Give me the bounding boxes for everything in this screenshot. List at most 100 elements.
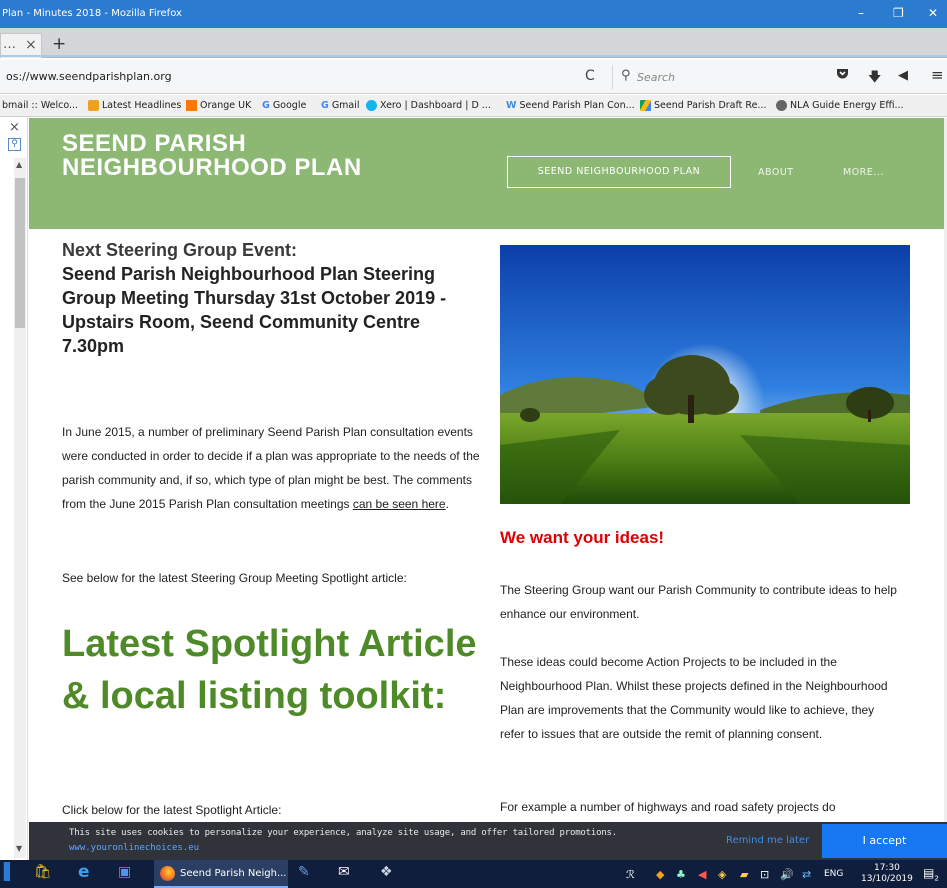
firefox-icon (160, 866, 175, 881)
tray-icon[interactable]: ▰ (740, 868, 748, 881)
click-below-text: Click below for the latest Spotlight Art… (62, 803, 282, 817)
bookmark-item[interactable]: Latest Headlines (88, 100, 181, 111)
intro-paragraph: In June 2015, a number of preliminary Se… (62, 420, 482, 516)
window-title: Plan - Minutes 2018 - Mozilla Firefox (2, 8, 182, 19)
send-tab-icon[interactable]: ◀ (898, 68, 908, 83)
event-heading: Next Steering Group Event: Seend Parish … (62, 238, 482, 358)
clock[interactable]: 17:30 13/10/2019 (861, 863, 913, 885)
paint-icon[interactable]: ❖ (380, 864, 393, 880)
bookmark-item[interactable]: Orange UK (186, 100, 251, 111)
url-bar[interactable]: os://www.seendparishplan.org (6, 70, 172, 83)
store-icon[interactable]: 🛍 (34, 864, 52, 880)
gmail-icon: G (321, 100, 329, 111)
minimize-button[interactable]: – (858, 6, 864, 20)
bookmark-label: bmail :: Welco... (2, 100, 79, 111)
pocket-icon[interactable] (836, 68, 849, 84)
site-title[interactable]: SEEND PARISH NEIGHBOURHOOD PLAN (62, 132, 362, 180)
app-icon[interactable]: ✎ (298, 864, 310, 880)
bookmark-label: Seend Parish Plan Con... (519, 100, 635, 111)
scroll-up-icon[interactable]: ▲ (16, 160, 22, 169)
clock-date: 13/10/2019 (861, 874, 913, 884)
bookmark-label: Latest Headlines (102, 100, 182, 111)
restore-button[interactable]: ❐ (893, 6, 904, 20)
event-heading-line1: Next Steering Group Event: (62, 240, 298, 260)
start-button[interactable]: ▌ (4, 862, 16, 881)
window-title-bar: Plan - Minutes 2018 - Mozilla Firefox – … (0, 0, 947, 28)
tray-icon[interactable]: ◆ (656, 868, 664, 881)
spotlight-heading: Latest Spotlight Article & local listing… (62, 623, 477, 717)
tray-icon[interactable]: ◀ (698, 868, 706, 881)
notification-count: 2 (934, 874, 939, 883)
cookie-banner: This site uses cookies to personalize yo… (29, 822, 947, 860)
download-icon[interactable]: 🡇 (868, 68, 881, 90)
sidebar-close-icon[interactable]: × (9, 120, 20, 135)
tray-icon[interactable]: ♣ (676, 868, 686, 881)
find-sidebar: × ⚲ ▲ ▼ (0, 118, 28, 860)
bookmark-label: Orange UK (200, 100, 252, 111)
globe-icon (776, 100, 787, 111)
site-header: SEEND PARISH NEIGHBOURHOOD PLAN SEEND NE… (29, 118, 944, 229)
edge-icon[interactable]: e (78, 862, 90, 882)
bookmark-item[interactable]: Xero | Dashboard | D ... (366, 100, 491, 111)
bookmark-item[interactable]: bmail :: Welco... (2, 100, 78, 111)
network-icon[interactable]: ⊡ (760, 868, 769, 881)
accept-cookies-button[interactable]: I accept (822, 824, 947, 858)
remind-me-later-button[interactable]: Remind me later (726, 835, 809, 846)
search-placeholder: Search (637, 71, 676, 84)
tab-strip: … × + (0, 28, 947, 58)
orange-icon (186, 100, 197, 111)
nav-neighbourhood-plan-button[interactable]: SEEND NEIGHBOURHOOD PLAN (507, 156, 731, 188)
clock-time: 17:30 (873, 863, 900, 873)
find-icon[interactable]: ⚲ (8, 138, 21, 151)
reload-icon[interactable]: C (585, 68, 595, 84)
tab-strip-accent (0, 55, 947, 57)
ideas-paragraph-3: For example a number of highways and roa… (500, 800, 836, 814)
scrollbar-thumb[interactable] (15, 178, 25, 328)
sidebar-scrollbar[interactable]: ▲ ▼ (14, 158, 26, 858)
bookmark-label: Xero | Dashboard | D ... (380, 100, 491, 111)
media-player-icon[interactable]: ▣ (118, 864, 131, 880)
web-page: SEEND PARISH NEIGHBOURHOOD PLAN SEEND NE… (29, 118, 947, 860)
tray-icon[interactable]: ◈ (718, 868, 726, 881)
cookie-info-link[interactable]: www.youronlinechoices.eu (69, 843, 199, 853)
volume-icon[interactable]: 🔊 (780, 868, 794, 881)
bookmark-label: NLA Guide Energy Effi... (790, 100, 904, 111)
nav-more-link[interactable]: MORE... (843, 167, 884, 178)
people-icon[interactable]: ℛ (626, 868, 635, 881)
tab-close-icon[interactable]: × (25, 37, 37, 53)
cookie-text: This site uses cookies to personalize yo… (69, 828, 617, 838)
bookmark-label: Google (272, 100, 307, 111)
new-tab-button[interactable]: + (52, 34, 66, 54)
site-icon: W (506, 100, 517, 111)
bookmark-item[interactable]: W Seend Parish Plan Con... (506, 100, 635, 111)
ideas-paragraph-2: These ideas could become Action Projects… (500, 655, 888, 741)
mail-icon[interactable]: ✉ (338, 864, 350, 880)
ideas-paragraph-1: The Steering Group want our Parish Commu… (500, 583, 897, 621)
menu-icon[interactable]: ≡ (931, 66, 944, 84)
language-indicator[interactable]: ENG (824, 869, 843, 879)
xero-icon (366, 100, 377, 111)
search-input[interactable]: ⚲ Search (612, 65, 812, 89)
drive-icon (640, 100, 651, 111)
nav-about-link[interactable]: ABOUT (758, 167, 794, 178)
event-heading-details: Seend Parish Neighbourhood Plan Steering… (62, 264, 447, 356)
bookmarks-bar: bmail :: Welco... Latest Headlines Orang… (0, 95, 947, 117)
taskbar-firefox-label: Seend Parish Neigh... (180, 868, 287, 879)
tab-label: … (3, 37, 16, 52)
bookmark-label: Seend Parish Draft Re... (654, 100, 767, 111)
bookmark-item[interactable]: G Google (262, 100, 306, 111)
bookmark-item[interactable]: NLA Guide Energy Effi... (776, 100, 904, 111)
bookmark-label: Gmail (331, 100, 360, 111)
bookmark-item[interactable]: G Gmail (321, 100, 360, 111)
close-window-button[interactable]: ✕ (928, 6, 938, 20)
scroll-down-icon[interactable]: ▼ (16, 844, 22, 853)
countryside-tree-photo (500, 245, 910, 504)
consultation-link[interactable]: can be seen here (353, 497, 446, 511)
bookmark-item[interactable]: Seend Parish Draft Re... (640, 100, 767, 111)
notification-icon[interactable]: ▤2 (923, 866, 939, 882)
see-below-text: See below for the latest Steering Group … (62, 571, 407, 585)
taskbar-firefox-button[interactable]: Seend Parish Neigh... (154, 860, 288, 888)
tray-icon[interactable]: ⇄ (802, 868, 811, 881)
taskbar: ▌ 🛍 e ▣ Seend Parish Neigh... ✎ ✉ ❖ ℛ ◆ … (0, 860, 947, 888)
intro-end: . (445, 497, 449, 511)
